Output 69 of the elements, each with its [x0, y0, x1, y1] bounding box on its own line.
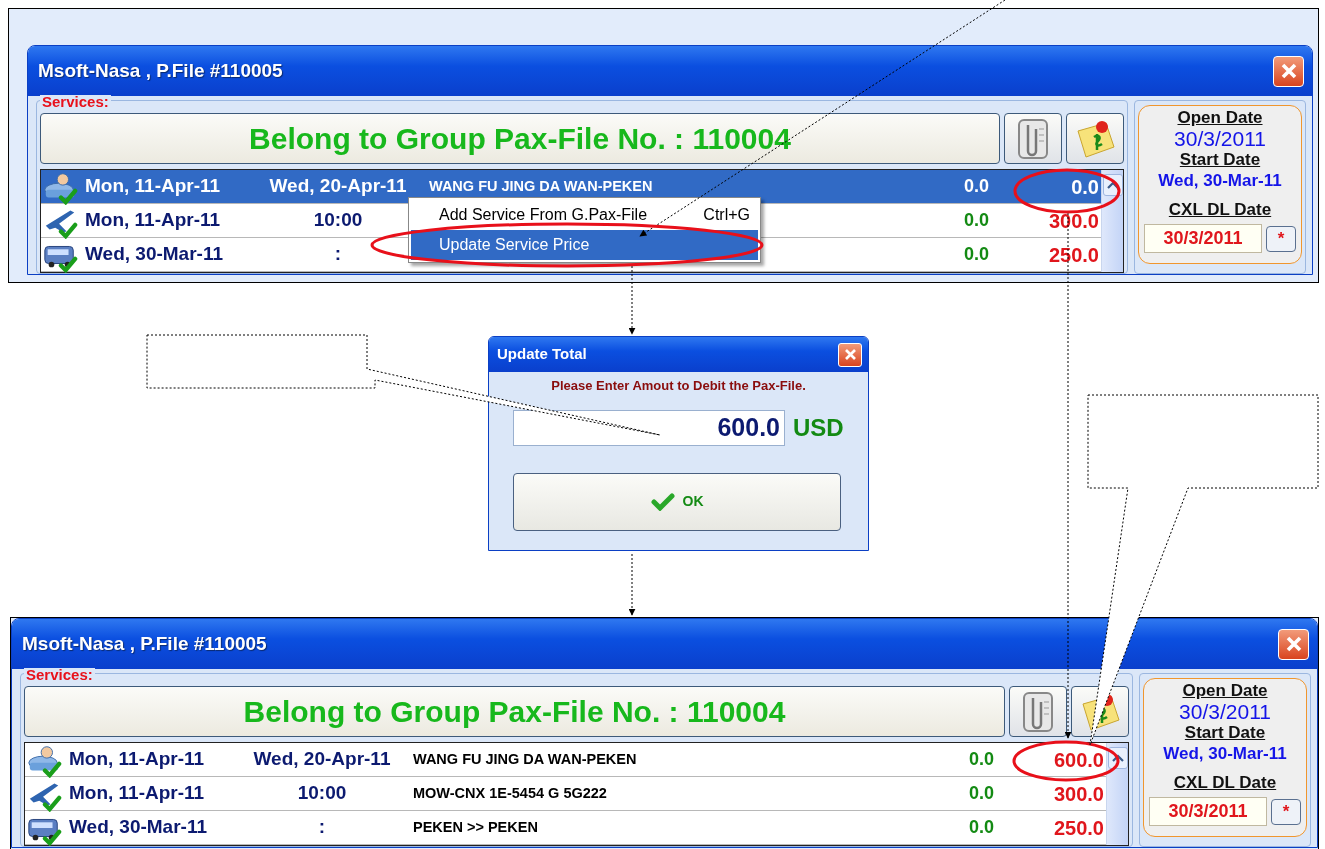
date-cell-text: Mon, 11-Apr-11: [85, 174, 222, 199]
time-cell-text: :: [333, 242, 343, 267]
date-cell-text: Mon, 11-Apr-11: [69, 747, 206, 772]
date-cell-text: Mon, 11-Apr-11: [85, 208, 222, 233]
date-value: Wed, 30-Mar-11: [1163, 743, 1287, 765]
close-icon: [842, 347, 858, 362]
service-row[interactable]: Wed, 30-Mar-11 : PEKEN >> PEKEN 0.0 250.0: [25, 811, 1106, 845]
date-value: 30/3/2011: [1174, 128, 1266, 150]
section-label: Services:: [24, 668, 95, 682]
ok-button[interactable]: OK: [513, 472, 841, 531]
date-value: Wed, 30-Mar-11: [1158, 170, 1282, 192]
arrow: [628, 553, 636, 616]
service-row[interactable]: Mon, 11-Apr-11 10:00 MOW-CNX 1E-5454 G 5G222 0.0 300.0: [25, 777, 1106, 811]
date-field[interactable]: 30/3/2011: [1149, 797, 1267, 826]
price-cell: 250.0: [1053, 816, 1104, 839]
price-cell: 300.0: [1053, 782, 1104, 805]
description-cell: WANG FU JING DA WAN-PEKEN: [413, 750, 637, 767]
date-cell-text: Wed, 20-Apr-11: [252, 747, 392, 772]
field-label: Start Date: [1184, 723, 1266, 743]
date-value: 30/3/2011: [1179, 701, 1271, 723]
service-row[interactable]: Mon, 11-Apr-11 Wed, 20-Apr-11 WANG FU JING DA WAN-PEKEN 0.0 0.0: [41, 170, 1101, 204]
field-label: CXL DL Date: [1168, 200, 1272, 220]
time-cell-text: 10:00: [312, 208, 364, 233]
date-cell-text: Wed, 20-Apr-11: [268, 174, 408, 199]
window-title: Msoft-Nasa , P.File #110005: [38, 58, 283, 83]
date-cell-text: Mon, 11-Apr-11: [69, 781, 206, 806]
menu-item[interactable]: Update Service Price: [411, 230, 758, 260]
dialog-title: Update Total: [497, 344, 587, 365]
price-cell: 0.0: [1071, 175, 1099, 198]
price-cell: 250.0: [1048, 243, 1099, 266]
close-button[interactable]: [1273, 55, 1304, 87]
cost-cell-text: 0.0: [962, 209, 989, 232]
date-cell-text: Wed, 30-Mar-11: [85, 242, 224, 267]
price-cell: 300.0: [1048, 209, 1099, 232]
window-title: Msoft-Nasa , P.File #110005: [22, 631, 267, 656]
group-banner: Belong to Group Pax-File No. : 110004: [40, 113, 1000, 164]
cost-cell-text: 0.0: [967, 748, 994, 771]
section-label: Services:: [40, 95, 111, 109]
date-field[interactable]: 30/3/2011: [1144, 224, 1262, 253]
time-cell-text: 10:00: [296, 781, 348, 806]
dialog-message: Please Enter Amout to Debit the Pax-File.: [550, 377, 807, 395]
attachment-button[interactable]: [1009, 686, 1067, 737]
cost-cell-text: 0.0: [967, 782, 994, 805]
field-label: Open Date: [1182, 681, 1268, 701]
service-row[interactable]: Mon, 11-Apr-11 Wed, 20-Apr-11 WANG FU JING DA WAN-PEKEN 0.0 600.0: [25, 743, 1106, 777]
field-label: Start Date: [1179, 150, 1261, 170]
field-label: Open Date: [1177, 108, 1263, 128]
field-label: CXL DL Date: [1173, 773, 1277, 793]
price-cell: 600.0: [1053, 748, 1104, 771]
close-button[interactable]: [1278, 628, 1309, 660]
chevron-up-icon: [1107, 181, 1119, 189]
cost-cell-text: 0.0: [962, 243, 989, 266]
checkmark-icon: [650, 492, 675, 511]
time-cell-text: :: [317, 815, 327, 840]
clear-date-button[interactable]: *: [1271, 798, 1301, 825]
clear-date-button[interactable]: *: [1266, 225, 1296, 252]
amount-field[interactable]: 600.0: [513, 409, 785, 446]
group-banner: Belong to Group Pax-File No. : 110004: [24, 686, 1005, 737]
description-cell: WANG FU JING DA WAN-PEKEN: [429, 177, 653, 194]
description-cell: MOW-CNX 1E-5454 G 5G222: [413, 784, 607, 801]
cost-cell-text: 0.0: [962, 175, 989, 198]
date-cell-text: Wed, 30-Mar-11: [69, 815, 208, 840]
pricing-button[interactable]: [1066, 113, 1124, 164]
cost-cell-text: 0.0: [967, 816, 994, 839]
close-button[interactable]: [838, 342, 862, 367]
attachment-button[interactable]: [1004, 113, 1062, 164]
currency-label: USD: [793, 412, 844, 443]
chevron-up-icon: [1112, 754, 1124, 762]
description-cell: PEKEN >> PEKEN: [413, 818, 538, 835]
